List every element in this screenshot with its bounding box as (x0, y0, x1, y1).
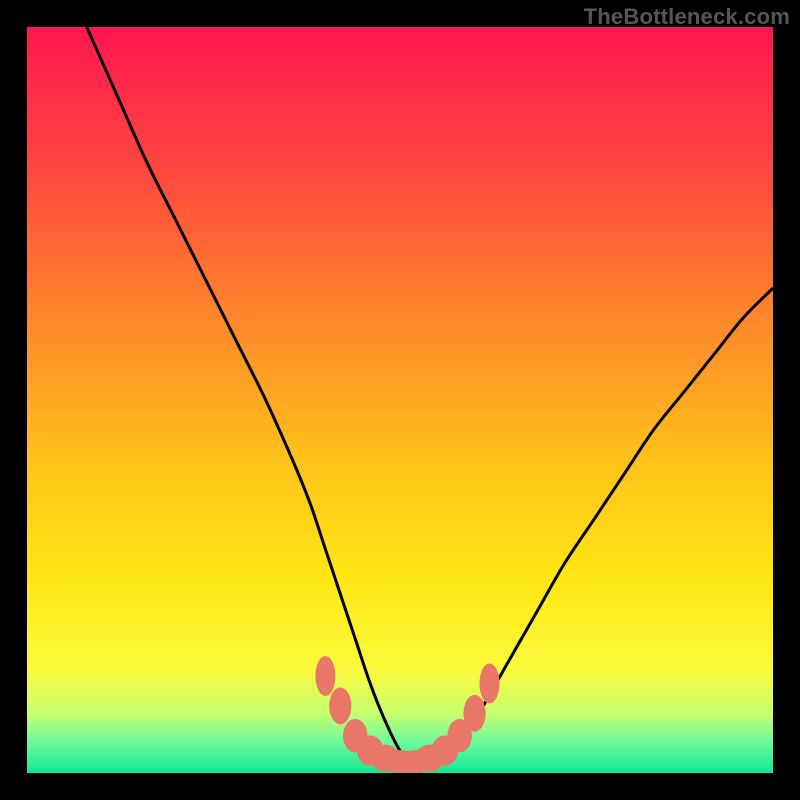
plot-area (27, 27, 773, 773)
marker-band (315, 656, 499, 773)
bottleneck-curve (87, 27, 773, 767)
marker-bead (315, 656, 335, 696)
watermark-text: TheBottleneck.com (584, 4, 790, 30)
marker-bead (329, 688, 351, 725)
chart-frame: TheBottleneck.com (0, 0, 800, 800)
marker-bead (480, 664, 500, 704)
chart-svg (27, 27, 773, 773)
marker-bead (464, 695, 486, 732)
